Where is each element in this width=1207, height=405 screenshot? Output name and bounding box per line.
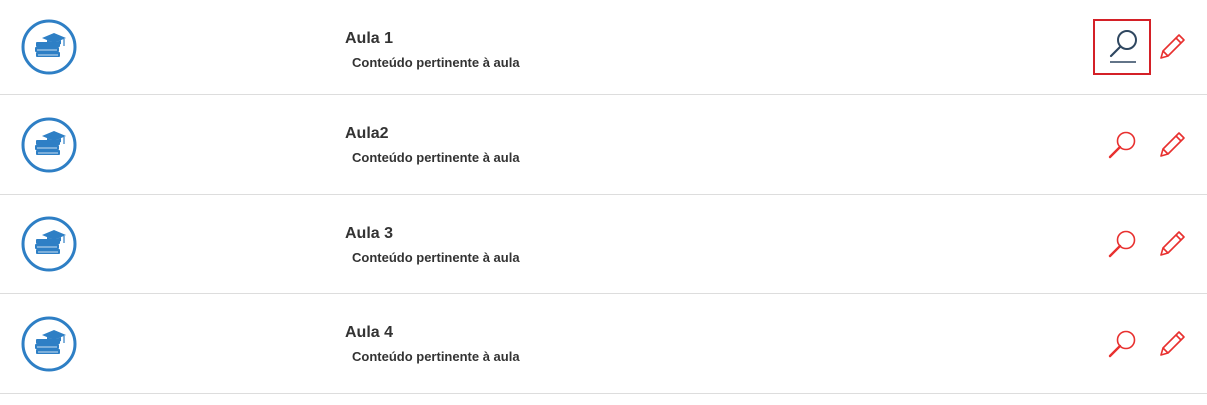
row-actions <box>1093 216 1189 272</box>
view-lesson-button[interactable] <box>1093 19 1151 75</box>
graduation-books-icon <box>21 117 77 173</box>
magnifier-icon <box>1108 330 1136 357</box>
lesson-row: Aula 3 Conteúdo pertinente à aula <box>0 195 1207 294</box>
edit-lesson-button[interactable] <box>1155 128 1189 162</box>
lesson-text: Aula 4 Conteúdo pertinente à aula <box>345 324 520 364</box>
lesson-title: Aula 3 <box>345 225 394 242</box>
view-lesson-button[interactable] <box>1093 316 1151 372</box>
magnifier-icon <box>1109 30 1137 63</box>
view-lesson-button[interactable] <box>1093 117 1151 173</box>
lesson-description: Conteúdo pertinente à aula <box>352 150 520 165</box>
lesson-list: Aula 1 Conteúdo pertinente à aula Aula2 … <box>0 0 1207 394</box>
magnifier-icon <box>1108 131 1136 158</box>
edit-lesson-button[interactable] <box>1155 327 1189 361</box>
pencil-icon <box>1160 330 1185 356</box>
lesson-text: Aula 3 Conteúdo pertinente à aula <box>345 225 520 265</box>
view-lesson-button[interactable] <box>1093 216 1151 272</box>
lesson-description: Conteúdo pertinente à aula <box>352 55 520 70</box>
pencil-icon <box>1160 131 1185 157</box>
lesson-text: Aula2 Conteúdo pertinente à aula <box>345 125 520 165</box>
lesson-title: Aula2 <box>345 125 389 142</box>
magnifier-icon <box>1108 230 1136 258</box>
graduation-books-icon <box>21 316 77 372</box>
pencil-icon <box>1160 34 1185 59</box>
lesson-row: Aula2 Conteúdo pertinente à aula <box>0 95 1207 195</box>
lesson-text: Aula 1 Conteúdo pertinente à aula <box>345 30 520 70</box>
edit-lesson-button[interactable] <box>1155 227 1189 261</box>
graduation-books-icon <box>21 216 77 272</box>
lesson-row: Aula 4 Conteúdo pertinente à aula <box>0 294 1207 394</box>
lesson-description: Conteúdo pertinente à aula <box>352 250 520 265</box>
row-actions <box>1093 316 1189 372</box>
row-actions <box>1093 117 1189 173</box>
edit-lesson-button[interactable] <box>1155 30 1189 64</box>
lesson-row: Aula 1 Conteúdo pertinente à aula <box>0 0 1207 95</box>
lesson-description: Conteúdo pertinente à aula <box>352 349 520 364</box>
lesson-title: Aula 4 <box>345 324 394 341</box>
lesson-title: Aula 1 <box>345 30 394 47</box>
pencil-icon <box>1160 231 1185 256</box>
row-actions <box>1093 19 1189 75</box>
graduation-books-icon <box>21 19 77 75</box>
